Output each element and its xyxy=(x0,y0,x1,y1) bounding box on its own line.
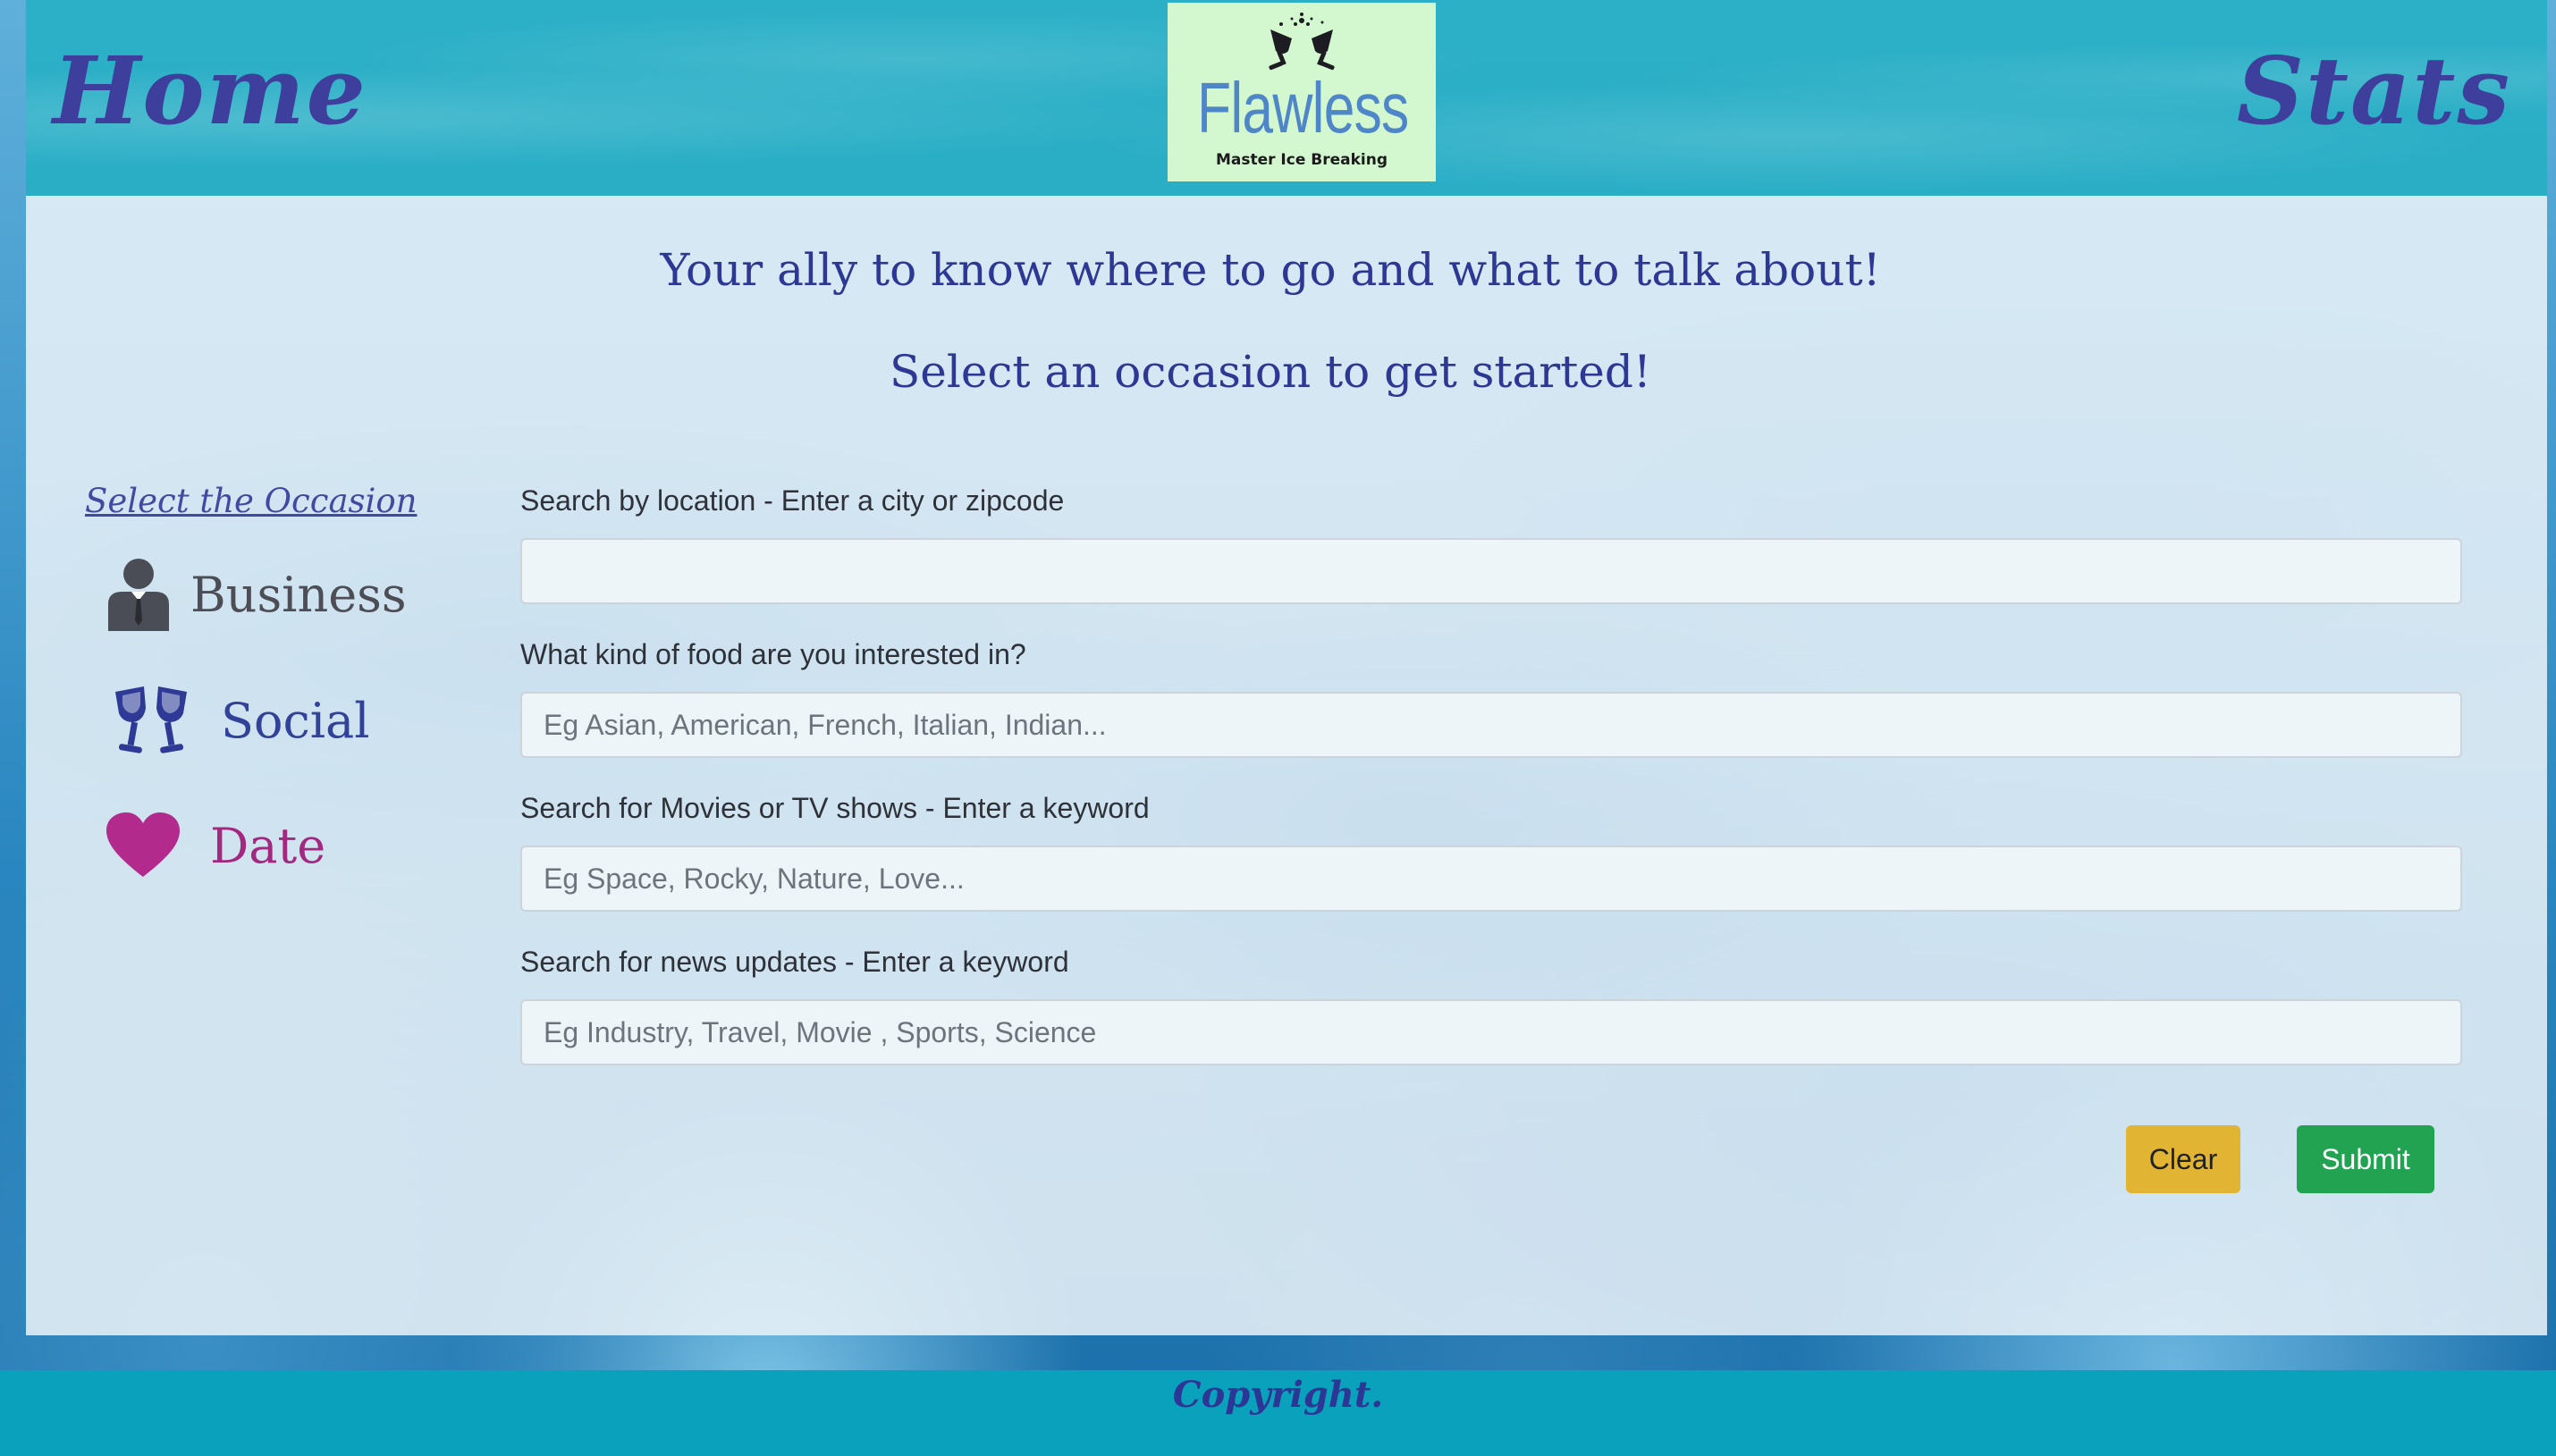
footer: Copyright. xyxy=(0,1370,2556,1456)
logo-title: Flawless xyxy=(1197,68,1409,147)
heart-icon xyxy=(106,812,180,877)
top-header: Home Flawless Master Ice Breaking Stats xyxy=(26,0,2547,196)
flawless-logo[interactable]: Flawless Master Ice Breaking xyxy=(1168,3,1436,181)
movies-input[interactable] xyxy=(520,846,2462,912)
occasion-heading: Select the Occasion xyxy=(85,482,418,520)
movies-label: Search for Movies or TV shows - Enter a … xyxy=(520,792,1150,824)
business-person-icon xyxy=(108,559,169,631)
nav-stats-link[interactable]: Stats xyxy=(2237,36,2511,146)
news-label: Search for news updates - Enter a keywor… xyxy=(520,946,1069,978)
intro-tagline: Your ally to know where to go and what t… xyxy=(660,244,1881,296)
occasion-business[interactable]: Business xyxy=(106,558,407,631)
wine-glasses-icon xyxy=(115,686,187,753)
food-input[interactable] xyxy=(520,692,2462,758)
clear-button[interactable]: Clear xyxy=(2126,1125,2240,1193)
occasion-social[interactable]: Social xyxy=(106,683,369,758)
intro-prompt: Select an occasion to get started! xyxy=(889,346,1651,398)
occasion-business-label: Business xyxy=(190,566,407,623)
occasion-date[interactable]: Date xyxy=(106,812,325,879)
toasting-glasses-icon xyxy=(1269,13,1335,71)
occasion-social-label: Social xyxy=(221,692,370,749)
copyright-text: Copyright. xyxy=(1172,1374,1384,1416)
food-label: What kind of food are you interested in? xyxy=(520,638,1026,670)
location-label: Search by location - Enter a city or zip… xyxy=(520,484,1065,517)
nav-home-link[interactable]: Home xyxy=(53,36,367,146)
location-input[interactable] xyxy=(520,538,2462,604)
news-input[interactable] xyxy=(520,999,2462,1065)
occasion-date-label: Date xyxy=(210,817,326,874)
logo-tagline: Master Ice Breaking xyxy=(1215,151,1388,169)
main-panel: Your ally to know where to go and what t… xyxy=(26,196,2547,1335)
submit-button[interactable]: Submit xyxy=(2297,1125,2434,1193)
